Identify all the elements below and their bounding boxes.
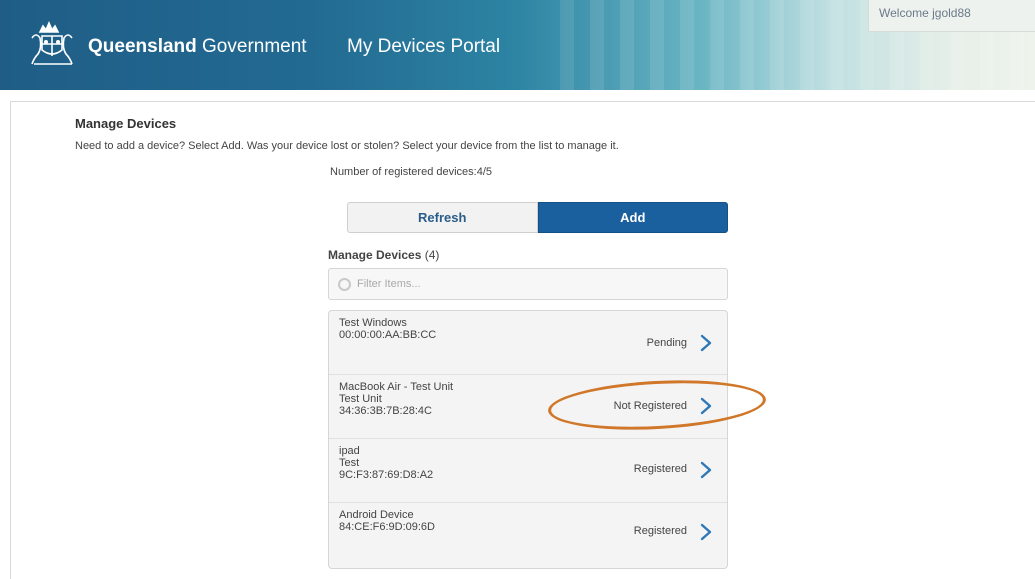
device-list-count: (4) [424,248,440,262]
instructions-text: Need to add a device? Select Add. Was yo… [75,140,619,152]
device-details: MacBook Air - Test Unit Test Unit 34:36:… [339,381,453,417]
page-title: Manage Devices [75,116,177,131]
filter-box[interactable] [328,268,728,300]
device-details: Test Windows 00:00:00:AA:BB:CC [339,317,436,341]
action-buttons: Refresh Add [347,202,728,233]
brand-name: Queensland Government [88,36,307,58]
device-mac: 00:00:00:AA:BB:CC [339,329,437,341]
chevron-right-icon[interactable] [699,461,713,479]
device-mac: 34:36:3B:7B:28:4C [339,405,432,417]
device-name: Test Windows [339,317,407,329]
device-name: Android Device [339,509,414,521]
device-description: Test [339,457,360,469]
brand-light: Government [202,36,307,57]
device-description: Test Unit [339,393,382,405]
device-details: ipad Test 9C:F3:87:69:D8:A2 [339,445,433,481]
status-badge: Pending [646,337,687,349]
add-button[interactable]: Add [537,202,728,233]
filter-input[interactable] [357,278,717,290]
device-details: Android Device 84:CE:F6:9D:09:6D [339,509,435,533]
list-item[interactable]: MacBook Air - Test Unit Test Unit 34:36:… [329,375,727,439]
queensland-crest-icon [31,20,73,65]
device-mac: 84:CE:F6:9D:09:6D [339,521,435,533]
welcome-user[interactable]: Welcome jgold88 [868,0,1035,32]
portal-title: My Devices Portal [347,36,501,57]
registered-count: Number of registered devices:4/5 [330,166,493,178]
refresh-button[interactable]: Refresh [347,202,538,233]
status-badge: Registered [633,525,687,537]
status-badge: Registered [633,463,687,475]
device-list-title: Manage Devices (4) [328,248,439,262]
list-item[interactable]: Android Device 84:CE:F6:9D:09:6D Registe… [329,503,727,567]
chevron-right-icon[interactable] [699,397,713,415]
chevron-right-icon[interactable] [699,523,713,541]
brand-bold: Queensland [88,36,197,57]
chevron-right-icon[interactable] [699,334,713,352]
search-icon [338,277,351,291]
device-name: MacBook Air - Test Unit [339,381,454,393]
list-item[interactable]: ipad Test 9C:F3:87:69:D8:A2 Registered [329,439,727,503]
device-list: Test Windows 00:00:00:AA:BB:CC Pending M… [328,310,728,569]
device-mac: 9C:F3:87:69:D8:A2 [339,469,434,481]
status-badge: Not Registered [613,400,687,412]
site-header: Queensland Government My Devices Portal … [0,0,1035,90]
device-name: ipad [339,445,360,457]
list-item[interactable]: Test Windows 00:00:00:AA:BB:CC Pending [329,311,727,375]
device-list-title-text: Manage Devices [328,248,422,262]
